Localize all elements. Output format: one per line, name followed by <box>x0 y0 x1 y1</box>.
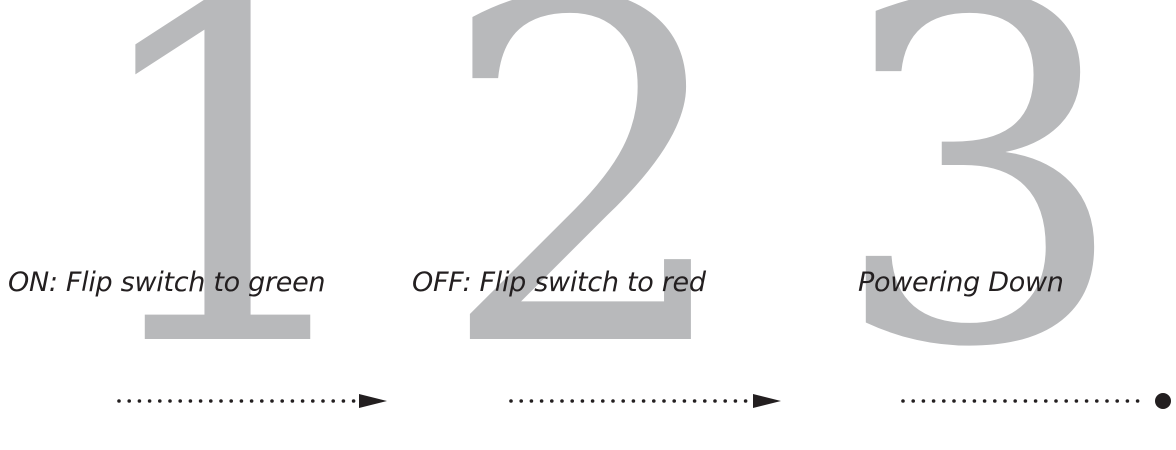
dot <box>952 399 956 403</box>
dot <box>652 399 656 403</box>
dot <box>270 399 274 403</box>
dot <box>972 399 977 403</box>
dot <box>178 399 182 403</box>
dot <box>1135 399 1140 403</box>
dot <box>962 399 966 403</box>
dot <box>570 399 574 403</box>
dot <box>1013 399 1017 403</box>
dot <box>158 399 162 403</box>
step-3-label: Powering Down <box>858 267 1064 298</box>
dot <box>1054 399 1058 403</box>
dot <box>1125 399 1130 403</box>
arrow-head-icon <box>359 394 387 408</box>
dot <box>672 399 676 403</box>
dot <box>290 399 295 403</box>
step-1-connector <box>117 393 387 409</box>
dot <box>743 399 748 403</box>
dot <box>168 399 172 403</box>
dot <box>539 399 544 403</box>
dot <box>560 399 564 403</box>
dot <box>321 399 325 403</box>
dot <box>921 399 926 403</box>
dot <box>713 399 717 403</box>
dot <box>198 399 203 403</box>
dot <box>1095 399 1099 403</box>
dot <box>229 399 233 403</box>
dot <box>931 399 936 403</box>
dot <box>117 399 121 403</box>
dot <box>911 399 915 403</box>
step-3-number: 3 <box>830 0 1130 450</box>
dot <box>621 399 625 403</box>
dot <box>1033 399 1038 403</box>
dot <box>1003 399 1007 403</box>
step-1-number: 1 <box>78 0 378 450</box>
dot <box>280 399 284 403</box>
dot <box>1115 399 1119 403</box>
step-1: 1 ON: Flip switch to green <box>0 0 387 450</box>
step-1-dotted-arrow-icon <box>117 394 387 408</box>
dot <box>1023 399 1028 403</box>
dot <box>341 399 346 403</box>
step-2-dotted-arrow-icon <box>509 394 781 408</box>
dot <box>703 399 707 403</box>
dotted-line <box>509 399 748 403</box>
arrow-head-icon <box>753 394 781 408</box>
dot <box>631 399 636 403</box>
dotted-line <box>117 399 356 403</box>
dot <box>1105 399 1109 403</box>
dot <box>993 399 997 403</box>
dot <box>733 399 738 403</box>
dot <box>127 399 131 403</box>
dot <box>580 399 585 403</box>
dot <box>682 399 687 403</box>
step-2-label: OFF: Flip switch to red <box>412 267 706 298</box>
dot <box>239 399 244 403</box>
dot <box>1074 399 1079 403</box>
dot <box>519 399 523 403</box>
dot <box>723 399 727 403</box>
dot <box>260 399 264 403</box>
dot <box>641 399 646 403</box>
dot <box>219 399 223 403</box>
dot <box>901 399 905 403</box>
step-3-connector <box>901 393 1171 409</box>
dot <box>590 399 595 403</box>
dot <box>249 399 254 403</box>
dot <box>1084 399 1089 403</box>
dot <box>662 399 666 403</box>
dot <box>147 399 152 403</box>
dot <box>351 399 356 403</box>
dot <box>209 399 213 403</box>
dotted-line <box>901 399 1140 403</box>
dot <box>137 399 142 403</box>
dot <box>982 399 987 403</box>
dot <box>509 399 513 403</box>
dot <box>1064 399 1068 403</box>
dot <box>601 399 605 403</box>
dot <box>331 399 335 403</box>
step-3-dotted-end-icon <box>901 393 1171 409</box>
dot <box>311 399 315 403</box>
dot <box>1044 399 1048 403</box>
dot <box>300 399 305 403</box>
step-1-label: ON: Flip switch to green <box>8 267 326 298</box>
dot <box>611 399 615 403</box>
dot <box>188 399 193 403</box>
step-3: 3 Powering Down <box>790 0 1176 417</box>
dot <box>529 399 534 403</box>
step-2: 2 OFF: Flip switch to red <box>410 0 790 417</box>
dot <box>550 399 554 403</box>
step-2-number: 2 <box>438 0 738 450</box>
process-diagram: 1 ON: Flip switch to green 2 OFF: Flip s… <box>0 0 1176 417</box>
dot <box>942 399 946 403</box>
step-2-connector <box>509 393 781 409</box>
dot <box>692 399 697 403</box>
end-dot-icon <box>1155 393 1171 409</box>
